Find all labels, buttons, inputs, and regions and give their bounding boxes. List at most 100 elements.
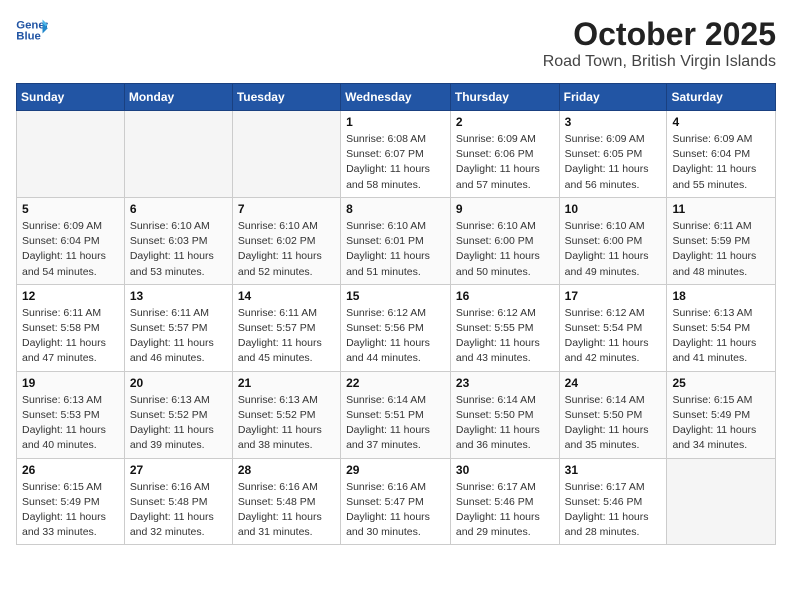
weekday-header-sunday: Sunday xyxy=(17,84,125,111)
day-number: 30 xyxy=(456,463,554,477)
calendar-cell: 10 Sunrise: 6:10 AMSunset: 6:00 PMDayligh… xyxy=(559,197,667,284)
day-number: 9 xyxy=(456,202,554,216)
calendar-week-1: 1 Sunrise: 6:08 AMSunset: 6:07 PMDaylight… xyxy=(17,111,776,198)
calendar-cell: 6 Sunrise: 6:10 AMSunset: 6:03 PMDaylight… xyxy=(124,197,232,284)
calendar-cell: 27 Sunrise: 6:16 AMSunset: 5:48 PMDayligh… xyxy=(124,458,232,545)
day-number: 31 xyxy=(565,463,662,477)
day-info: Sunrise: 6:10 AMSunset: 6:03 PMDaylight:… xyxy=(130,219,227,280)
svg-text:Blue: Blue xyxy=(16,31,41,43)
location-subtitle: Road Town, British Virgin Islands xyxy=(543,53,776,71)
day-number: 29 xyxy=(346,463,445,477)
day-info: Sunrise: 6:12 AMSunset: 5:55 PMDaylight:… xyxy=(456,306,554,367)
calendar-cell: 13 Sunrise: 6:11 AMSunset: 5:57 PMDayligh… xyxy=(124,284,232,371)
calendar-week-2: 5 Sunrise: 6:09 AMSunset: 6:04 PMDaylight… xyxy=(17,197,776,284)
day-info: Sunrise: 6:10 AMSunset: 6:00 PMDaylight:… xyxy=(565,219,662,280)
day-number: 10 xyxy=(565,202,662,216)
day-number: 15 xyxy=(346,289,445,303)
weekday-header-friday: Friday xyxy=(559,84,667,111)
day-number: 12 xyxy=(22,289,119,303)
calendar-cell: 23 Sunrise: 6:14 AMSunset: 5:50 PMDayligh… xyxy=(450,371,559,458)
logo: General Blue xyxy=(16,16,48,44)
day-number: 6 xyxy=(130,202,227,216)
calendar-cell: 14Sunrise: 6:11 AMSunset: 5:57 PMDayligh… xyxy=(232,284,340,371)
day-number: 11 xyxy=(672,202,770,216)
calendar-cell: 7Sunrise: 6:10 AMSunset: 6:02 PMDaylight… xyxy=(232,197,340,284)
calendar-cell: 24Sunrise: 6:14 AMSunset: 5:50 PMDayligh… xyxy=(559,371,667,458)
day-info: Sunrise: 6:14 AMSunset: 5:50 PMDaylight:… xyxy=(565,393,662,454)
logo-icon: General Blue xyxy=(16,16,48,44)
calendar-cell: 4 Sunrise: 6:09 AMSunset: 6:04 PMDaylight… xyxy=(667,111,776,198)
day-number: 28 xyxy=(238,463,335,477)
day-number: 25 xyxy=(672,376,770,390)
day-info: Sunrise: 6:11 AMSunset: 5:57 PMDaylight:… xyxy=(238,306,335,367)
page-header: General Blue October 2025 Road Town, Bri… xyxy=(16,16,776,71)
calendar-cell: 22 Sunrise: 6:14 AMSunset: 5:51 PMDayligh… xyxy=(341,371,451,458)
day-number: 21 xyxy=(238,376,335,390)
day-number: 23 xyxy=(456,376,554,390)
calendar-week-3: 12 Sunrise: 6:11 AMSunset: 5:58 PMDayligh… xyxy=(17,284,776,371)
day-info: Sunrise: 6:09 AMSunset: 6:04 PMDaylight:… xyxy=(22,219,119,280)
day-number: 5 xyxy=(22,202,119,216)
weekday-header-saturday: Saturday xyxy=(667,84,776,111)
day-number: 4 xyxy=(672,115,770,129)
day-number: 7 xyxy=(238,202,335,216)
day-info: Sunrise: 6:14 AMSunset: 5:50 PMDaylight:… xyxy=(456,393,554,454)
day-info: Sunrise: 6:11 AMSunset: 5:59 PMDaylight:… xyxy=(672,219,770,280)
weekday-header-monday: Monday xyxy=(124,84,232,111)
day-info: Sunrise: 6:12 AMSunset: 5:54 PMDaylight:… xyxy=(565,306,662,367)
weekday-header-wednesday: Wednesday xyxy=(341,84,451,111)
day-number: 3 xyxy=(565,115,662,129)
calendar-cell: 21 Sunrise: 6:13 AMSunset: 5:52 PMDayligh… xyxy=(232,371,340,458)
day-number: 19 xyxy=(22,376,119,390)
day-info: Sunrise: 6:17 AMSunset: 5:46 PMDaylight:… xyxy=(456,480,554,541)
weekday-header-tuesday: Tuesday xyxy=(232,84,340,111)
day-info: Sunrise: 6:16 AMSunset: 5:48 PMDaylight:… xyxy=(238,480,335,541)
calendar-cell: 20 Sunrise: 6:13 AMSunset: 5:52 PMDayligh… xyxy=(124,371,232,458)
calendar-cell: 16 Sunrise: 6:12 AMSunset: 5:55 PMDayligh… xyxy=(450,284,559,371)
day-info: Sunrise: 6:10 AMSunset: 6:01 PMDaylight:… xyxy=(346,219,445,280)
day-number: 16 xyxy=(456,289,554,303)
calendar-cell xyxy=(232,111,340,198)
day-info: Sunrise: 6:12 AMSunset: 5:56 PMDaylight:… xyxy=(346,306,445,367)
title-block: October 2025 Road Town, British Virgin I… xyxy=(543,16,776,71)
day-number: 1 xyxy=(346,115,445,129)
calendar-cell: 19 Sunrise: 6:13 AMSunset: 5:53 PMDayligh… xyxy=(17,371,125,458)
calendar-cell: 11 Sunrise: 6:11 AMSunset: 5:59 PMDayligh… xyxy=(667,197,776,284)
calendar-cell: 29 Sunrise: 6:16 AMSunset: 5:47 PMDayligh… xyxy=(341,458,451,545)
day-number: 27 xyxy=(130,463,227,477)
calendar-week-5: 26 Sunrise: 6:15 AMSunset: 5:49 PMDayligh… xyxy=(17,458,776,545)
day-info: Sunrise: 6:09 AMSunset: 6:06 PMDaylight:… xyxy=(456,132,554,193)
day-number: 13 xyxy=(130,289,227,303)
calendar-cell: 18Sunrise: 6:13 AMSunset: 5:54 PMDayligh… xyxy=(667,284,776,371)
day-number: 22 xyxy=(346,376,445,390)
calendar-cell: 25 Sunrise: 6:15 AMSunset: 5:49 PMDayligh… xyxy=(667,371,776,458)
day-info: Sunrise: 6:13 AMSunset: 5:52 PMDaylight:… xyxy=(130,393,227,454)
day-info: Sunrise: 6:11 AMSunset: 5:57 PMDaylight:… xyxy=(130,306,227,367)
day-info: Sunrise: 6:14 AMSunset: 5:51 PMDaylight:… xyxy=(346,393,445,454)
day-info: Sunrise: 6:11 AMSunset: 5:58 PMDaylight:… xyxy=(22,306,119,367)
calendar-cell: 12 Sunrise: 6:11 AMSunset: 5:58 PMDayligh… xyxy=(17,284,125,371)
weekday-header-thursday: Thursday xyxy=(450,84,559,111)
calendar-cell xyxy=(124,111,232,198)
day-info: Sunrise: 6:15 AMSunset: 5:49 PMDaylight:… xyxy=(22,480,119,541)
calendar-cell: 3 Sunrise: 6:09 AMSunset: 6:05 PMDaylight… xyxy=(559,111,667,198)
day-number: 26 xyxy=(22,463,119,477)
calendar-cell: 28 Sunrise: 6:16 AMSunset: 5:48 PMDayligh… xyxy=(232,458,340,545)
day-info: Sunrise: 6:08 AMSunset: 6:07 PMDaylight:… xyxy=(346,132,445,193)
day-info: Sunrise: 6:16 AMSunset: 5:47 PMDaylight:… xyxy=(346,480,445,541)
calendar-cell: 8Sunrise: 6:10 AMSunset: 6:01 PMDaylight… xyxy=(341,197,451,284)
calendar-cell: 30 Sunrise: 6:17 AMSunset: 5:46 PMDayligh… xyxy=(450,458,559,545)
day-info: Sunrise: 6:13 AMSunset: 5:53 PMDaylight:… xyxy=(22,393,119,454)
calendar-table: SundayMondayTuesdayWednesdayThursdayFrid… xyxy=(16,83,776,545)
weekday-header-row: SundayMondayTuesdayWednesdayThursdayFrid… xyxy=(17,84,776,111)
day-info: Sunrise: 6:16 AMSunset: 5:48 PMDaylight:… xyxy=(130,480,227,541)
day-info: Sunrise: 6:13 AMSunset: 5:52 PMDaylight:… xyxy=(238,393,335,454)
calendar-cell: 2Sunrise: 6:09 AMSunset: 6:06 PMDaylight… xyxy=(450,111,559,198)
day-info: Sunrise: 6:17 AMSunset: 5:46 PMDaylight:… xyxy=(565,480,662,541)
day-info: Sunrise: 6:15 AMSunset: 5:49 PMDaylight:… xyxy=(672,393,770,454)
calendar-cell: 31 Sunrise: 6:17 AMSunset: 5:46 PMDayligh… xyxy=(559,458,667,545)
calendar-cell xyxy=(17,111,125,198)
day-info: Sunrise: 6:09 AMSunset: 6:04 PMDaylight:… xyxy=(672,132,770,193)
day-number: 20 xyxy=(130,376,227,390)
day-info: Sunrise: 6:09 AMSunset: 6:05 PMDaylight:… xyxy=(565,132,662,193)
